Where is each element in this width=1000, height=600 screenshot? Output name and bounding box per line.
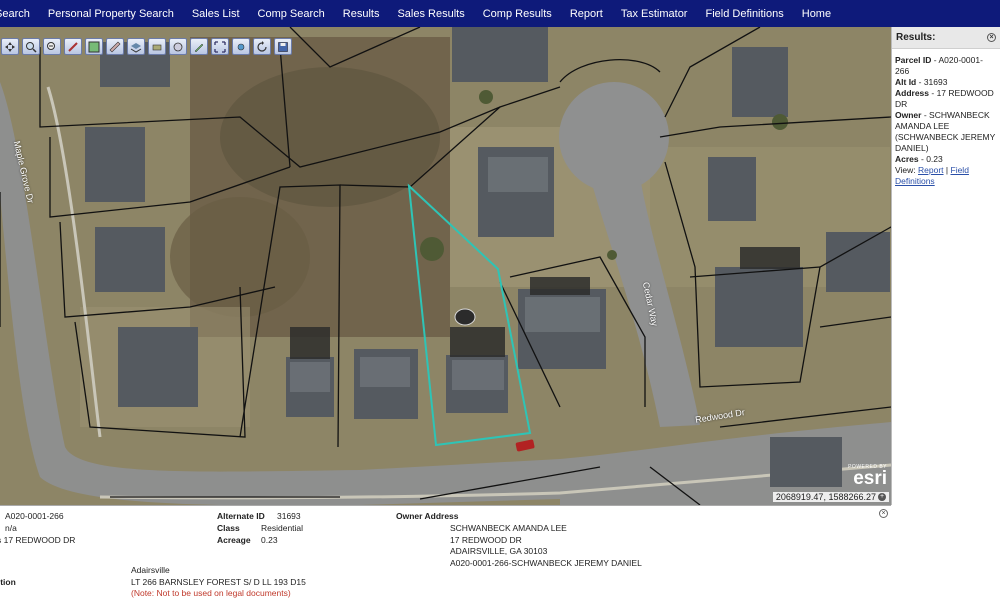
aerial-imagery [0,27,891,505]
nav-report[interactable]: Report [570,8,603,20]
result-view-links: View: Report | Field Definitions [895,165,997,187]
map-toolbar [1,38,292,55]
zoom-in-icon[interactable] [22,38,40,55]
nav-comp-results[interactable]: Comp Results [483,8,552,20]
alt-id-value: - 31693 [918,77,948,87]
address-label: Address [895,88,930,98]
nav-results[interactable]: Results [343,8,380,20]
refresh-icon[interactable] [253,38,271,55]
results-header: Results: × [892,27,1000,49]
owner-label: Owner [895,110,922,120]
draw-icon[interactable] [64,38,82,55]
detail-parcel-id: A020-0001-266 [5,511,64,521]
nav-sales-results[interactable]: Sales Results [397,8,464,20]
top-navigation: Search Personal Property Search Sales Li… [0,0,1000,27]
esri-logo: POWERED BY esri [848,464,887,489]
extent-icon[interactable] [211,38,229,55]
parcel-detail-panel: × A020-0001-266 n/a s 17 REDWOOD DR otio… [0,505,891,600]
map-viewer[interactable]: Maple Grove Dr Cedar Way Redwood Dr POWE… [0,27,891,505]
detail-address: s 17 REDWOOD DR [0,535,76,545]
esri-wordmark: esri [853,468,887,489]
detail-owner-line4: A020-0001-266-SCHWANBECK JEREMY DANIEL [450,558,642,568]
layers-icon[interactable] [127,38,145,55]
view-label: View: [895,165,916,175]
close-icon[interactable]: × [987,33,996,42]
detail-owner-line1: SCHWANBECK AMANDA LEE [450,523,567,533]
nav-field-definitions[interactable]: Field Definitions [705,8,783,20]
pan-icon[interactable] [1,38,19,55]
coordinate-readout: 2068919.47, 1588266.27 + [772,492,889,502]
result-acres: Acres - 0.23 [895,154,997,165]
report-link[interactable]: Report [918,165,944,175]
detail-class-value: Residential [261,523,304,533]
nav-personal-property-search[interactable]: Personal Property Search [48,8,174,20]
result-parcel-id: Parcel ID - A020-0001-266 [895,55,997,77]
detail-alt-id-value: 31693 [277,511,301,521]
detail-na: n/a [5,523,17,533]
print-icon[interactable] [148,38,166,55]
detail-acreage-value: 0.23 [261,535,278,545]
alt-id-label: Alt Id [895,77,917,87]
locate-icon[interactable] [232,38,250,55]
results-panel: Results: × Parcel ID - A020-0001-266 Alt… [891,27,1000,505]
nav-search[interactable]: Search [0,8,30,20]
detail-legal: LT 266 BARNSLEY FOREST S/ D LL 193 D15 [131,577,306,587]
result-alt-id: Alt Id - 31693 [895,77,997,88]
close-icon[interactable]: × [879,509,888,518]
results-body: Parcel ID - A020-0001-266 Alt Id - 31693… [892,49,1000,187]
result-owner: Owner - SCHWANBECK AMANDA LEE (SCHWANBEC… [895,110,997,154]
identify-icon[interactable] [169,38,187,55]
detail-acreage-label: Acreage [217,535,251,545]
nav-tax-estimator[interactable]: Tax Estimator [621,8,688,20]
detail-class-label: Class [217,523,240,533]
zoom-out-icon[interactable] [43,38,61,55]
nav-home[interactable]: Home [802,8,831,20]
detail-owner-line3: ADAIRSVILLE, GA 30103 [450,546,548,556]
acres-label: Acres [895,154,919,164]
detail-city: Adairsville [131,565,170,575]
result-address: Address - 17 REDWOOD DR [895,88,997,110]
results-title: Results: [896,32,936,43]
select-icon[interactable] [85,38,103,55]
expand-coordinates-icon[interactable]: + [878,493,886,501]
save-icon[interactable] [274,38,292,55]
pencil-icon[interactable] [190,38,208,55]
detail-owner-line2: 17 REDWOOD DR [450,535,522,545]
nav-comp-search[interactable]: Comp Search [258,8,325,20]
detail-alt-id-label: Alternate ID [217,511,265,521]
measure-icon[interactable] [106,38,124,55]
detail-legal-note: (Note: Not to be used on legal documents… [131,588,291,598]
parcel-id-label: Parcel ID [895,55,932,65]
acres-value: - 0.23 [921,154,943,164]
detail-owner-address-label: Owner Address [396,511,459,521]
coordinate-value: 2068919.47, 1588266.27 [775,492,876,502]
nav-sales-list[interactable]: Sales List [192,8,240,20]
link-separator: | [945,165,949,175]
detail-location-label: otion [0,577,16,587]
